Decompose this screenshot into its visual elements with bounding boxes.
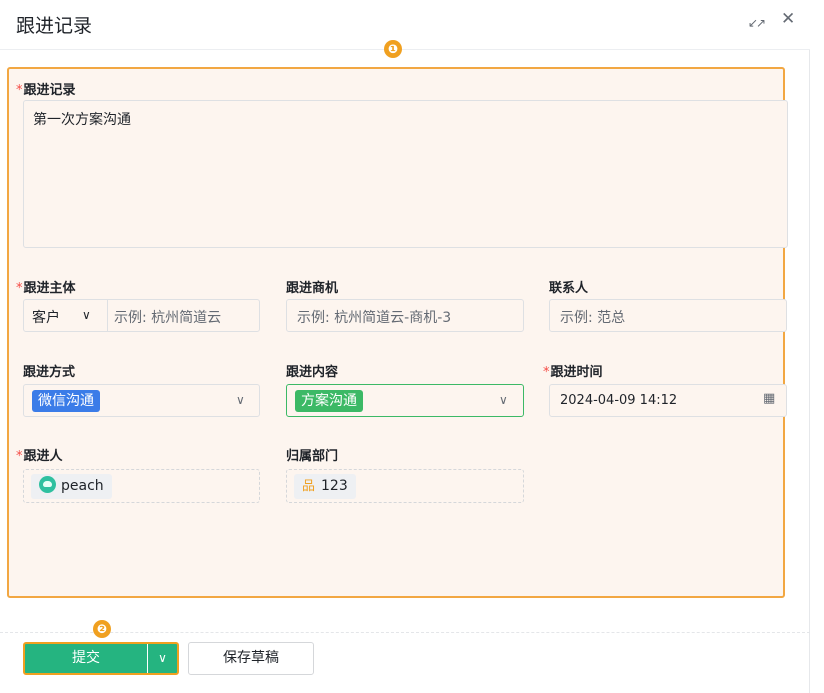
content-tag: 方案沟通 [295,390,363,412]
record-label-text: 跟进记录 [23,83,76,98]
subject-type-value: 客户 [32,310,60,326]
contact-input[interactable]: 示例: 范总 [549,299,787,332]
expand-icon[interactable]: ↙↗ [748,14,766,32]
org-chart-icon: 品 [302,479,316,494]
subject-field: 客户 ∨ 示例: 杭州简道云 [23,299,260,332]
save-draft-button[interactable]: 保存草稿 [188,642,314,675]
step-marker-2: ❷ [93,620,111,638]
follower-label-text: 跟进人 [23,449,63,464]
subject-input[interactable]: 示例: 杭州简道云 [108,300,259,331]
subject-label-text: 跟进主体 [23,281,76,296]
dialog-header: 跟进记录 ↙↗ ✕ [0,0,810,50]
avatar [39,476,56,493]
subject-label: *跟进主体 [16,277,76,296]
follower-name: peach [61,478,104,494]
department-field[interactable]: 品 123 [286,469,524,503]
opportunity-input[interactable]: 示例: 杭州简道云-商机-3 [286,299,524,332]
contact-placeholder: 示例: 范总 [560,310,626,326]
time-picker[interactable]: 2024-04-09 14:12 ▦ [549,384,787,417]
content-label: 跟进内容 [286,365,339,380]
required-mark: * [16,281,23,296]
required-mark: * [16,83,23,98]
follower-field[interactable]: peach [23,469,260,503]
follow-up-dialog: 跟进记录 ↙↗ ✕ ❶ *跟进记录 第一次方案沟通 *跟进主体 客户 ∨ 示例:… [0,0,810,693]
opportunity-label: 跟进商机 [286,281,339,296]
required-mark: * [16,449,23,464]
time-label: *跟进时间 [543,361,603,380]
record-textarea[interactable]: 第一次方案沟通 [23,100,788,248]
chevron-down-icon: ∨ [158,651,167,665]
close-icon[interactable]: ✕ [781,10,795,28]
time-value: 2024-04-09 14:12 [560,393,678,408]
calendar-icon[interactable]: ▦ [763,391,775,406]
method-tag: 微信沟通 [32,390,100,412]
footer-divider [0,632,810,633]
department-label: 归属部门 [286,449,339,464]
follower-chip[interactable]: peach [31,474,112,499]
department-name: 123 [321,478,348,494]
subject-type-select[interactable]: 客户 ∨ [24,300,108,331]
record-label: *跟进记录 [16,79,76,98]
contact-label: 联系人 [549,281,589,296]
subject-placeholder: 示例: 杭州简道云 [114,310,222,326]
method-label: 跟进方式 [23,365,76,380]
chevron-down-icon: ∨ [499,393,508,407]
opportunity-placeholder: 示例: 杭州简道云-商机-3 [297,310,452,326]
submit-dropdown-button[interactable]: ∨ [147,644,177,673]
follower-label: *跟进人 [16,445,63,464]
time-label-text: 跟进时间 [550,365,603,380]
submit-button[interactable]: 提交 [25,644,147,673]
required-mark: * [543,365,550,380]
content-select[interactable]: 方案沟通 ∨ [286,384,524,417]
step-marker-1: ❶ [384,40,402,58]
dialog-title: 跟进记录 [16,15,93,37]
chevron-down-icon: ∨ [82,308,91,322]
department-chip[interactable]: 品 123 [294,474,356,499]
method-select[interactable]: 微信沟通 ∨ [23,384,260,417]
chevron-down-icon: ∨ [236,393,245,407]
submit-split-button: 提交 ∨ [23,642,179,675]
